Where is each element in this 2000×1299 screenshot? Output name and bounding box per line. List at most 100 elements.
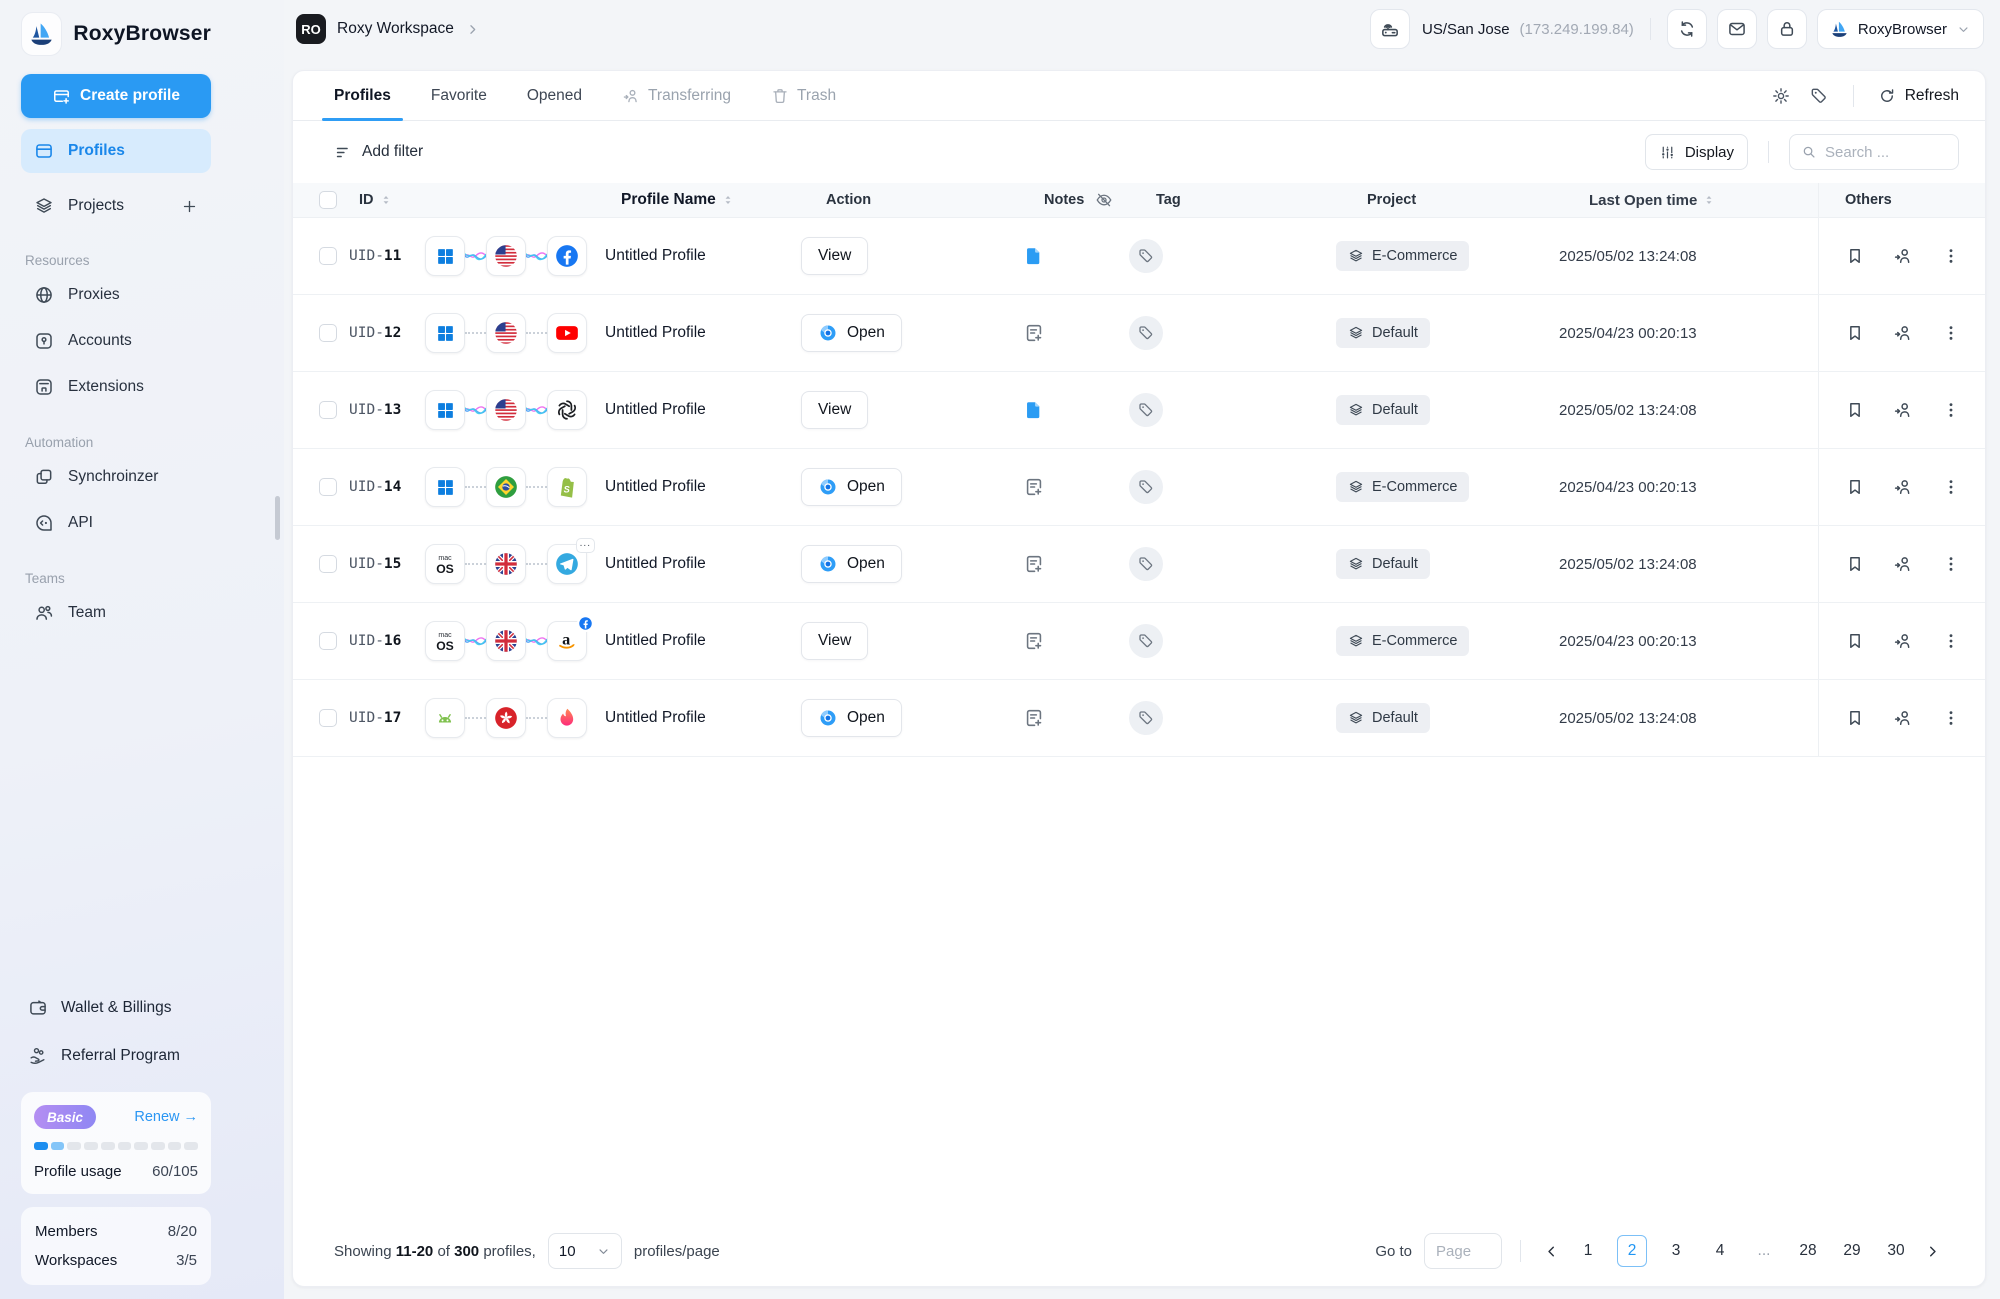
- page-size-select[interactable]: 10: [548, 1233, 622, 1269]
- open-profile-button[interactable]: Open: [801, 699, 902, 737]
- bookmark-icon[interactable]: [1845, 246, 1865, 266]
- page-button-28[interactable]: 28: [1793, 1235, 1823, 1267]
- extension-icon: [34, 377, 54, 397]
- more-options-icon[interactable]: [1941, 631, 1961, 651]
- row-checkbox[interactable]: [319, 709, 337, 727]
- sort-icon[interactable]: [379, 193, 393, 207]
- tag-icon[interactable]: [1129, 624, 1163, 658]
- note-add-icon[interactable]: [1023, 322, 1045, 344]
- tag-icon[interactable]: [1129, 470, 1163, 504]
- page-button-3[interactable]: 3: [1661, 1235, 1691, 1267]
- add-project-icon[interactable]: [181, 198, 198, 215]
- note-add-icon[interactable]: [1023, 553, 1045, 575]
- open-profile-button[interactable]: Open: [801, 468, 902, 506]
- transfer-profile-icon[interactable]: [1893, 323, 1913, 343]
- display-button[interactable]: Display: [1645, 134, 1748, 170]
- create-profile-button[interactable]: Create profile: [21, 74, 211, 118]
- sidebar-item-wallet[interactable]: Wallet & Billings: [21, 984, 211, 1032]
- bookmark-icon[interactable]: [1845, 554, 1865, 574]
- view-profile-button[interactable]: View: [801, 622, 868, 660]
- transfer-profile-icon[interactable]: [1893, 708, 1913, 728]
- bookmark-icon[interactable]: [1845, 631, 1865, 651]
- row-checkbox[interactable]: [319, 478, 337, 496]
- view-profile-button[interactable]: View: [801, 391, 868, 429]
- tab-profiles[interactable]: Profiles: [322, 71, 403, 120]
- transfer-profile-icon[interactable]: [1893, 554, 1913, 574]
- more-options-icon[interactable]: [1941, 323, 1961, 343]
- page-button-29[interactable]: 29: [1837, 1235, 1867, 1267]
- transfer-profile-icon[interactable]: [1893, 477, 1913, 497]
- row-checkbox[interactable]: [319, 324, 337, 342]
- sync-button[interactable]: [1667, 9, 1707, 49]
- bookmark-icon[interactable]: [1845, 323, 1865, 343]
- tab-transferring[interactable]: Transferring: [610, 71, 743, 120]
- tag-icon[interactable]: [1129, 316, 1163, 350]
- tag-icon[interactable]: [1129, 701, 1163, 735]
- tab-favorite[interactable]: Favorite: [419, 71, 499, 120]
- page-button-2-active[interactable]: 2: [1617, 1235, 1647, 1267]
- tab-trash[interactable]: Trash: [759, 71, 848, 120]
- select-all-checkbox[interactable]: [319, 191, 337, 209]
- add-filter-button[interactable]: Add filter: [334, 143, 423, 162]
- open-profile-button[interactable]: Open: [801, 314, 902, 352]
- more-options-icon[interactable]: [1941, 477, 1961, 497]
- next-page-button[interactable]: [1924, 1243, 1941, 1260]
- sidebar-item-referral[interactable]: Referral Program: [21, 1032, 211, 1080]
- search-input[interactable]: [1825, 144, 1935, 161]
- sidebar-item-profiles[interactable]: Profiles: [21, 129, 211, 173]
- search-icon: [1801, 144, 1817, 160]
- sidebar-item-team[interactable]: Team: [21, 590, 211, 636]
- lock-button[interactable]: [1767, 9, 1807, 49]
- account-menu-button[interactable]: RoxyBrowser: [1817, 9, 1984, 49]
- transfer-profile-icon[interactable]: [1893, 400, 1913, 420]
- bookmark-icon[interactable]: [1845, 708, 1865, 728]
- note-add-icon[interactable]: [1023, 476, 1045, 498]
- amazon-icon: [547, 621, 587, 661]
- view-profile-button[interactable]: View: [801, 237, 868, 275]
- proxy-router-button[interactable]: [1370, 9, 1410, 49]
- prev-page-button[interactable]: [1543, 1243, 1560, 1260]
- goto-page-input[interactable]: [1424, 1233, 1502, 1269]
- tab-opened[interactable]: Opened: [515, 71, 594, 120]
- sidebar-item-extensions[interactable]: Extensions: [21, 364, 211, 410]
- sort-icon[interactable]: [1702, 193, 1716, 207]
- sort-icon[interactable]: [721, 193, 735, 207]
- row-checkbox[interactable]: [319, 555, 337, 573]
- page-button-30[interactable]: 30: [1881, 1235, 1911, 1267]
- sidebar-item-projects[interactable]: Projects: [21, 184, 211, 228]
- note-add-icon[interactable]: [1023, 707, 1045, 729]
- open-profile-button[interactable]: Open: [801, 545, 902, 583]
- more-options-icon[interactable]: [1941, 554, 1961, 574]
- bookmark-icon[interactable]: [1845, 477, 1865, 497]
- renew-link[interactable]: Renew →: [134, 1109, 198, 1125]
- sidebar-item-accounts[interactable]: Accounts: [21, 318, 211, 364]
- mail-button[interactable]: [1717, 9, 1757, 49]
- tag-manager-icon[interactable]: [1809, 86, 1829, 106]
- tag-icon[interactable]: [1129, 547, 1163, 581]
- settings-gear-icon[interactable]: [1771, 86, 1791, 106]
- workspace-switcher[interactable]: RO Roxy Workspace: [296, 14, 480, 44]
- note-filled-icon[interactable]: [1023, 245, 1045, 267]
- sidebar-item-synchroinzer[interactable]: Synchroinzer: [21, 454, 211, 500]
- refresh-button[interactable]: Refresh: [1878, 87, 1959, 105]
- tag-icon[interactable]: [1129, 393, 1163, 427]
- sidebar-scrollbar[interactable]: [275, 496, 280, 540]
- sidebar-item-proxies[interactable]: Proxies: [21, 272, 211, 318]
- transfer-profile-icon[interactable]: [1893, 246, 1913, 266]
- more-options-icon[interactable]: [1941, 400, 1961, 420]
- tag-icon[interactable]: [1129, 239, 1163, 273]
- transfer-profile-icon[interactable]: [1893, 631, 1913, 651]
- note-filled-icon[interactable]: [1023, 399, 1045, 421]
- last-open-time: 2025/05/02 13:24:08: [1539, 680, 1818, 756]
- note-add-icon[interactable]: [1023, 630, 1045, 652]
- more-options-icon[interactable]: [1941, 708, 1961, 728]
- bookmark-icon[interactable]: [1845, 400, 1865, 420]
- sidebar-item-label: Profiles: [68, 142, 125, 160]
- page-button-4[interactable]: 4: [1705, 1235, 1735, 1267]
- row-checkbox[interactable]: [319, 632, 337, 650]
- sidebar-item-api[interactable]: API: [21, 500, 211, 546]
- page-button-1[interactable]: 1: [1573, 1235, 1603, 1267]
- more-options-icon[interactable]: [1941, 246, 1961, 266]
- row-checkbox[interactable]: [319, 247, 337, 265]
- row-checkbox[interactable]: [319, 401, 337, 419]
